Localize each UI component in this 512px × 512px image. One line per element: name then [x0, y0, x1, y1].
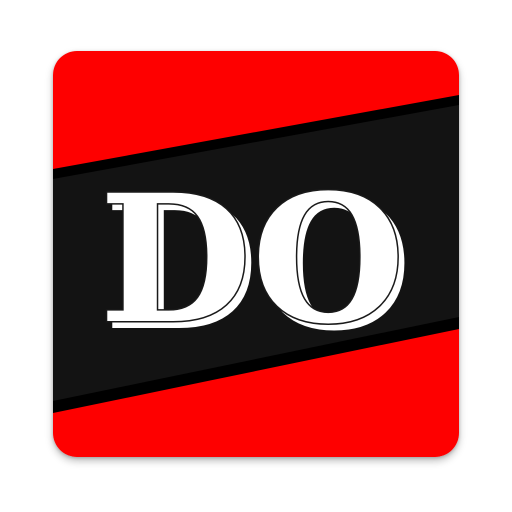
monogram-text: DO — [99, 156, 405, 363]
app-icon-artwork: DO DO DO — [53, 51, 459, 457]
app-icon[interactable]: DO DO DO — [53, 51, 459, 457]
screen: DO DO DO — [0, 0, 512, 512]
